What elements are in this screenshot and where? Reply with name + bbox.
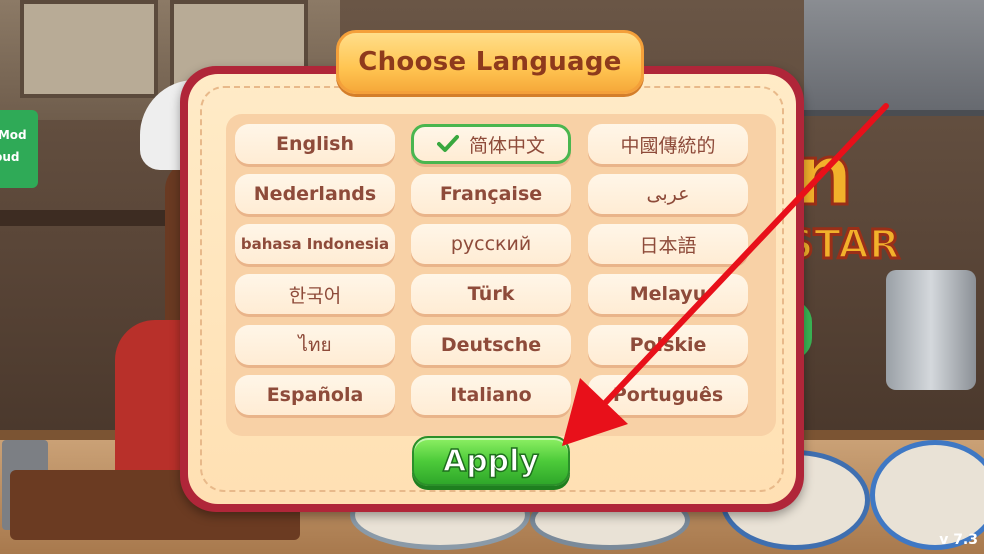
language-label: bahasa Indonesia [240,235,390,253]
language-label: Française [439,183,543,205]
side-tag-line-2: loud [0,150,20,164]
range-hood [804,0,984,116]
game-logo: in STAR [764,129,965,270]
language-option-thai[interactable]: ไทย [235,325,395,365]
language-label: Português [612,384,724,406]
language-option-arabic[interactable]: عربى [588,174,748,214]
language-label: Nederlands [253,183,377,205]
language-option-korean[interactable]: 한국어 [235,274,395,314]
language-option-malay[interactable]: Melayu [588,274,748,314]
language-option-dutch[interactable]: Nederlands [235,174,395,214]
language-option-german[interactable]: Deutsche [411,325,571,365]
language-option-russian[interactable]: русский [411,224,571,264]
language-label: русский [450,233,532,255]
checkmark-icon [436,135,459,152]
language-option-english[interactable]: English [235,124,395,164]
language-label: عربى [646,183,690,205]
language-label: Türk [467,283,515,305]
dialog-title: Choose Language [358,47,622,77]
apply-button[interactable]: Apply [412,436,570,486]
logo-line-2: STAR [784,221,902,270]
language-option-traditional-chinese[interactable]: 中國傳統的 [588,124,748,164]
language-label: English [276,133,354,155]
language-option-italian[interactable]: Italiano [411,375,571,415]
language-option-turkish[interactable]: Türk [411,274,571,314]
language-option-japanese[interactable]: 日本語 [588,224,748,264]
language-label: 日本語 [639,234,697,257]
language-option-simplified-chinese[interactable]: 简体中文 [411,124,571,164]
language-option-indonesian[interactable]: bahasa Indonesia [235,224,395,264]
language-option-spanish[interactable]: Española [235,375,395,415]
language-label: Española [266,384,364,406]
side-tag-line-1: yMod [0,128,27,142]
version-label: v 7.3 [939,532,978,548]
language-label: Italiano [450,384,532,406]
language-label: Polskie [629,334,707,356]
language-option-french[interactable]: Française [411,174,571,214]
language-label: 简体中文 [468,134,545,157]
language-option-portuguese[interactable]: Português [588,375,748,415]
language-label: ไทย [298,334,332,356]
language-label: Deutsche [440,334,542,356]
side-tag[interactable]: yMod loud [0,110,38,188]
language-option-polish[interactable]: Polskie [588,325,748,365]
language-label: Melayu [629,283,707,305]
language-label: 한국어 [288,284,342,307]
apply-label: Apply [442,443,540,480]
cooking-pot [886,270,976,390]
language-label: 中國傳統的 [620,134,716,157]
dialog-title-plate: Choose Language [336,30,644,94]
